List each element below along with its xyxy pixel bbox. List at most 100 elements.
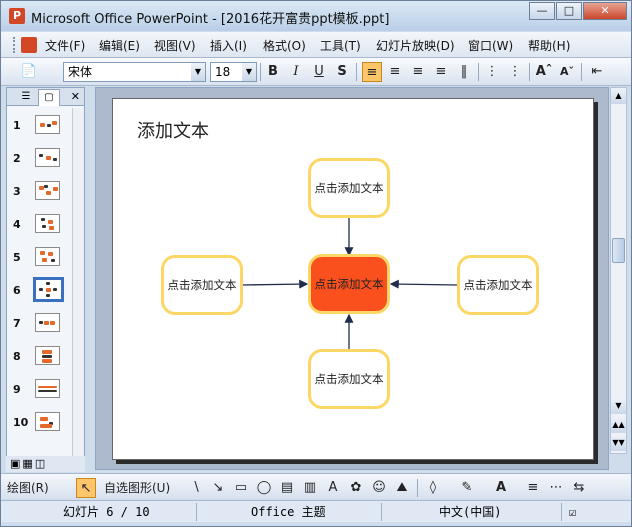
scroll-up-icon[interactable]: ▲ (611, 88, 626, 104)
font-color-icon[interactable]: A (491, 478, 511, 498)
spelling-icon[interactable]: ☑ (569, 504, 576, 520)
oval-icon[interactable]: ◯ (254, 478, 274, 498)
text-box-top[interactable]: 点击添加文本 (308, 158, 390, 218)
wordart-icon[interactable]: A (323, 478, 343, 498)
menu-insert[interactable]: 插入(I) (210, 37, 247, 54)
vertical-scrollbar[interactable]: ▲ ▼ ▲▲ ▼▼ (610, 87, 627, 454)
align-center-button[interactable]: ≡ (385, 62, 405, 82)
menu-help[interactable]: 帮助(H) (528, 37, 570, 54)
slide-number: 1 (13, 119, 21, 132)
slide-thumbnail[interactable]: 4 (7, 212, 71, 240)
scroll-down-icon[interactable]: ▼ (611, 398, 626, 414)
close-icon[interactable]: ✕ (71, 90, 80, 103)
slide-thumbnail[interactable]: 7 (7, 311, 71, 339)
toolbar-separator (260, 63, 261, 81)
autoshapes-menu[interactable]: 自选图形(U) (104, 478, 170, 498)
next-slide-icon[interactable]: ▼▼ (611, 435, 626, 451)
menu-slideshow[interactable]: 幻灯片放映(D) (376, 37, 455, 54)
slide-number: 9 (13, 383, 21, 396)
title-bar[interactable]: P Microsoft Office PowerPoint - [2016花开富… (1, 1, 631, 31)
slide-thumbnail[interactable]: 5 (7, 245, 71, 273)
scroll-thumb[interactable] (612, 238, 625, 263)
window-controls: — □ ✕ (528, 2, 627, 20)
chevron-down-icon[interactable]: ▼ (242, 63, 256, 81)
textbox-icon[interactable]: ▤ (277, 478, 297, 498)
text-box-left[interactable]: 点击添加文本 (161, 255, 243, 315)
decrease-indent-icon[interactable]: ⇤ (587, 62, 607, 82)
slideshow-icon[interactable]: ◫ (35, 457, 47, 470)
picture-icon[interactable]: ⛰ (392, 478, 412, 498)
shadow-button[interactable]: S (332, 62, 352, 82)
toolbar-separator (529, 63, 530, 81)
select-pointer-icon[interactable]: ↖ (76, 478, 96, 498)
underline-button[interactable]: U (309, 62, 329, 82)
toolbar-grip[interactable] (13, 37, 16, 53)
clipart-icon[interactable]: ☺ (369, 478, 389, 498)
slide-preview (35, 412, 60, 431)
arrow-left (242, 279, 309, 289)
powerpoint-app-icon[interactable]: P (9, 8, 25, 24)
chevron-down-icon[interactable]: ▼ (191, 63, 205, 81)
status-divider (381, 503, 382, 521)
vertical-textbox-icon[interactable]: ▥ (300, 478, 320, 498)
slide-thumbnail[interactable]: 9 (7, 377, 71, 405)
slides-pane-scrollbar[interactable] (72, 108, 84, 456)
draw-menu[interactable]: 绘图(R) (7, 478, 49, 498)
line-icon[interactable]: ∖ (186, 478, 206, 498)
slide-thumbnail[interactable]: 10 (7, 410, 71, 438)
dash-style-icon[interactable]: ⋯ (546, 478, 566, 498)
columns-button[interactable]: ‖ (454, 62, 474, 82)
slide[interactable]: 添加文本 点击添加文本 点击添加文本 点击添加文本 点击添加文本 点击添加文本 (112, 98, 594, 460)
view-buttons: ▣▦◫ (6, 456, 85, 472)
bold-button[interactable]: B (263, 62, 283, 82)
menu-edit[interactable]: 编辑(E) (99, 37, 140, 54)
arrow-icon[interactable]: ↘ (208, 478, 228, 498)
rectangle-icon[interactable]: ▭ (231, 478, 251, 498)
distribute-button[interactable]: ≡ (431, 62, 451, 82)
normal-view-icon[interactable]: ▣ (10, 457, 22, 470)
slide-sorter-icon[interactable]: ▦ (22, 457, 34, 470)
arrow-style-icon[interactable]: ⇆ (569, 478, 589, 498)
font-size-select[interactable]: 18 ▼ (210, 62, 257, 82)
diagram-icon[interactable]: ✿ (346, 478, 366, 498)
text-box-right[interactable]: 点击添加文本 (457, 255, 539, 315)
document-icon[interactable] (21, 37, 37, 53)
italic-button[interactable]: I (286, 62, 306, 82)
drawing-toolbar: 绘图(R) ↖ 自选图形(U) ∖ ↘ ▭ ◯ ▤ ▥ A ✿ ☺ ⛰ ◊ ✎ … (1, 473, 631, 499)
menu-format[interactable]: 格式(O) (263, 37, 306, 54)
tab-outline[interactable]: ☰ (15, 89, 37, 106)
menu-view[interactable]: 视图(V) (154, 37, 196, 54)
close-button[interactable]: ✕ (583, 2, 627, 20)
align-right-button[interactable]: ≡ (408, 62, 428, 82)
tab-slides[interactable]: ▢ (38, 89, 60, 106)
status-bar: 幻灯片 6 / 10 Office 主题 中文(中国) ☑ (1, 500, 631, 522)
numbering-icon[interactable]: ⋮ (482, 62, 502, 82)
menu-file[interactable]: 文件(F) (45, 37, 85, 54)
slide-thumbnail[interactable]: 3 (7, 179, 71, 207)
maximize-button[interactable]: □ (556, 2, 582, 20)
decrease-font-icon[interactable]: Aˇ (557, 62, 577, 82)
slide-thumbnail[interactable]: 2 (7, 146, 71, 174)
line-style-icon[interactable]: ≡ (523, 478, 543, 498)
previous-slide-icon[interactable]: ▲▲ (611, 417, 626, 433)
slide-thumbnail[interactable]: 1 (7, 113, 71, 141)
text-box-bottom[interactable]: 点击添加文本 (308, 349, 390, 409)
font-name-select[interactable]: 宋体 ▼ (63, 62, 206, 82)
slides-pane: ☰ ▢ ✕ 1 2 3 4 5 6 7 8 9 10 (6, 87, 85, 457)
minimize-button[interactable]: — (529, 2, 555, 20)
slide-number: 3 (13, 185, 21, 198)
menu-window[interactable]: 窗口(W) (468, 37, 513, 54)
menu-tools[interactable]: 工具(T) (320, 37, 361, 54)
increase-font-icon[interactable]: Aˆ (534, 62, 554, 82)
slide-preview (33, 277, 64, 302)
fill-color-icon[interactable]: ◊ (423, 478, 443, 498)
slide-thumbnail-selected[interactable]: 6 (7, 277, 71, 306)
new-document-icon[interactable]: 📄 (19, 62, 39, 82)
align-left-button[interactable]: ≡ (362, 62, 382, 82)
bullets-icon[interactable]: ⋮ (505, 62, 525, 82)
toolbar-separator (478, 63, 479, 81)
text-box-center[interactable]: 点击添加文本 (308, 254, 390, 314)
slide-thumbnail[interactable]: 8 (7, 344, 71, 372)
pane-tabs: ☰ ▢ ✕ (7, 88, 84, 106)
line-color-icon[interactable]: ✎ (457, 478, 477, 498)
